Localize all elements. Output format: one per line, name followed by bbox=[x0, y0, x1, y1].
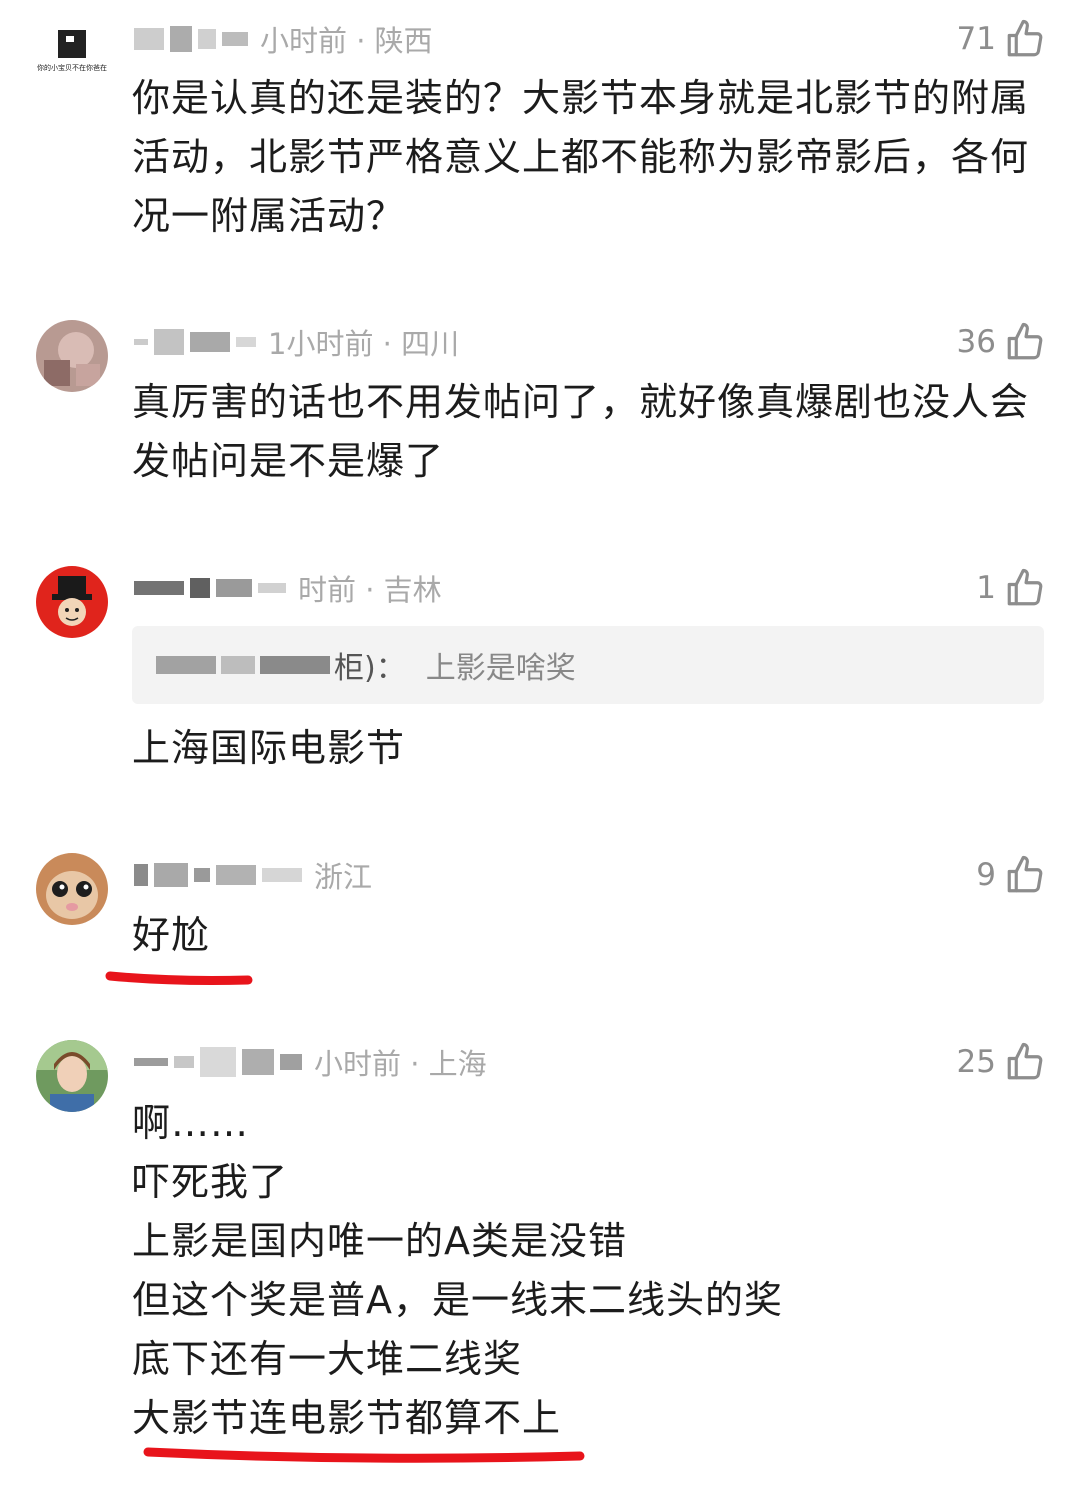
avatar-caption: 你的小宝贝不在你爸在 bbox=[37, 63, 107, 72]
thumbs-up-icon bbox=[1007, 19, 1043, 57]
like-button[interactable]: 9 bbox=[976, 853, 1046, 897]
like-button[interactable]: 71 bbox=[957, 17, 1046, 61]
quote-text: 上影是啥奖 bbox=[425, 651, 576, 686]
quoted-reply[interactable]: 柜)： 上影是啥奖 bbox=[132, 626, 1044, 704]
like-count: 36 bbox=[956, 324, 996, 360]
comment-line: 底下还有一大堆二线奖 bbox=[132, 1337, 523, 1381]
comment-time: 时前 · 吉林 bbox=[298, 573, 442, 607]
username-blurred[interactable] bbox=[134, 578, 286, 598]
avatar[interactable] bbox=[36, 320, 108, 392]
comment-meta: 小时前 · 陕西 bbox=[134, 17, 433, 61]
username-blurred[interactable] bbox=[134, 329, 256, 355]
comment-time: 浙江 bbox=[314, 860, 373, 894]
comment-time: 小时前 · 上海 bbox=[314, 1047, 487, 1081]
comment-time: 小时前 · 陕西 bbox=[260, 24, 433, 58]
comment-text: 真厉害的话也不用发帖问了，就好像真爆剧也没人会发帖问是不是爆了 bbox=[132, 380, 1030, 483]
quote-suffix: 柜)： bbox=[334, 651, 406, 686]
red-underline-annotation bbox=[105, 971, 253, 985]
username-blurred[interactable] bbox=[134, 1047, 302, 1077]
comment-time: 1小时前 · 四川 bbox=[268, 327, 460, 361]
comment-meta: 浙江 bbox=[134, 853, 372, 897]
comment-text: 上海国际电影节 bbox=[132, 726, 406, 770]
comment-text: 好尬 bbox=[132, 913, 211, 957]
username-blurred[interactable] bbox=[134, 26, 248, 52]
avatar[interactable] bbox=[36, 1040, 108, 1112]
avatar[interactable] bbox=[36, 566, 108, 638]
comment-text: 啊…… 吓死我了 上影是国内唯一的A类是没错 但这个奖是普A，是一线末二线头的奖… bbox=[132, 1094, 1032, 1448]
comment-meta: 1小时前 · 四川 bbox=[134, 320, 459, 364]
comment-line: 上影是国内唯一的A类是没错 bbox=[132, 1219, 627, 1263]
avatar[interactable] bbox=[36, 853, 108, 925]
thumbs-up-icon bbox=[1007, 322, 1043, 360]
like-count: 1 bbox=[976, 570, 996, 606]
thumbs-up-icon bbox=[1007, 1042, 1043, 1080]
comment-line: 吓死我了 bbox=[132, 1160, 289, 1204]
quoted-username-blurred bbox=[156, 656, 330, 674]
like-button[interactable]: 36 bbox=[957, 320, 1046, 364]
red-underline-annotation bbox=[143, 1447, 585, 1463]
comment-line: 但这个奖是普A，是一线末二线头的奖 bbox=[132, 1278, 783, 1322]
thumbs-up-icon bbox=[1007, 568, 1043, 606]
comment-line: 啊…… bbox=[132, 1101, 250, 1145]
like-count: 25 bbox=[956, 1044, 996, 1080]
avatar[interactable]: 你的小宝贝不在你爸在 bbox=[36, 22, 108, 94]
like-count: 9 bbox=[976, 857, 996, 893]
like-count: 71 bbox=[956, 21, 996, 57]
thumbs-up-icon bbox=[1007, 855, 1043, 893]
like-button[interactable]: 25 bbox=[957, 1040, 1046, 1084]
comment-text: 你是认真的还是装的？大影节本身就是北影节的附属活动，北影节严格意义上都不能称为影… bbox=[132, 76, 1030, 238]
comment-meta: 小时前 · 上海 bbox=[134, 1040, 487, 1084]
comment-meta: 时前 · 吉林 bbox=[134, 566, 442, 610]
username-blurred[interactable] bbox=[134, 863, 302, 887]
like-button[interactable]: 1 bbox=[976, 566, 1046, 610]
